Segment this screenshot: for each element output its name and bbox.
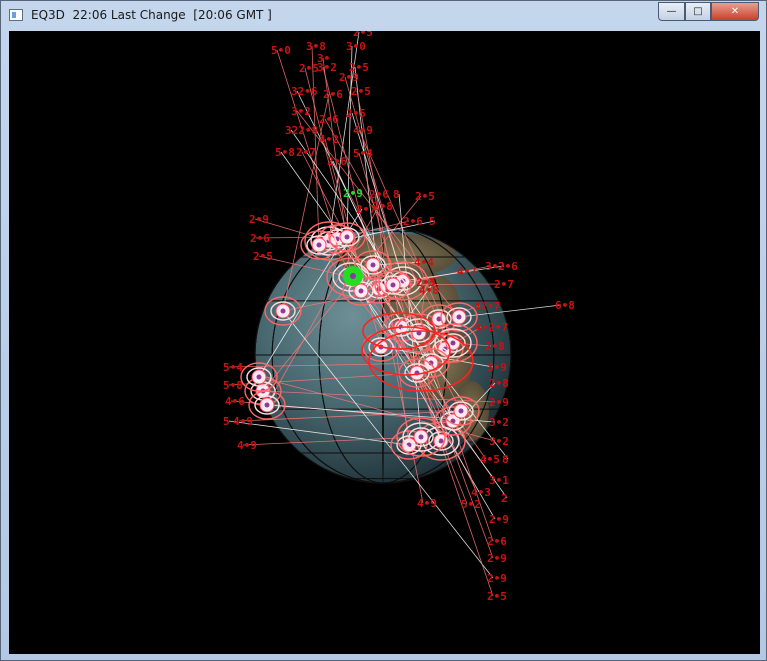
- maximize-button[interactable]: □: [685, 2, 711, 21]
- magnitude-label[interactable]: 2•9: [487, 572, 507, 585]
- magnitude-label[interactable]: 2•6: [498, 260, 518, 273]
- magnitude-label[interactable]: 8: [502, 453, 509, 466]
- magnitude-label[interactable]: 5•2: [461, 498, 481, 511]
- magnitude-label[interactable]: 3•1: [489, 474, 509, 487]
- magnitude-label[interactable]: 2•8: [373, 200, 393, 213]
- magnitude-label[interactable]: 4•7: [457, 265, 477, 278]
- magnitude-label[interactable]: 4•9: [417, 497, 437, 510]
- magnitude-label[interactable]: 2•6: [487, 535, 507, 548]
- magnitude-label[interactable]: 5•8: [223, 379, 243, 392]
- magnitude-label[interactable]: 5•8: [275, 146, 295, 159]
- magnitude-label[interactable]: 8: [393, 188, 400, 201]
- magnitude-label[interactable]: 2•9: [489, 396, 509, 409]
- magnitude-label[interactable]: 3•2: [317, 61, 337, 74]
- magnitude-label[interactable]: 2•9: [249, 213, 269, 226]
- magnitude-label[interactable]: 2•5: [299, 62, 319, 75]
- magnitude-label[interactable]: 4•9: [353, 124, 373, 137]
- magnitude-label[interactable]: 2•5: [253, 250, 273, 263]
- magnitude-label[interactable]: 3•2: [291, 105, 311, 118]
- magnitude-label[interactable]: 5: [429, 215, 436, 228]
- magnitude-label[interactable]: 2•5: [346, 107, 366, 120]
- magnitude-label[interactable]: 2•6: [323, 88, 343, 101]
- globe-viewport[interactable]: 2•5 5•0 3•8 3•0 3• 3•2 2•5 2•5 2•9 32•6 2•6 2•5 2•5 2…: [9, 31, 760, 654]
- magnitude-label[interactable]: 322•8: [285, 124, 318, 137]
- app-window: EQ3D 22:06 Last Change [20:06 GMT ] — □ …: [0, 0, 767, 661]
- magnitude-label[interactable]: 4•5: [480, 453, 500, 466]
- magnitude-label[interactable]: 4•2: [319, 133, 339, 146]
- title-bar[interactable]: EQ3D 22:06 Last Change [20:06 GMT ] — □ …: [1, 1, 766, 31]
- magnitude-label[interactable]: 5•4: [353, 147, 373, 160]
- magnitude-label[interactable]: 2•9: [339, 71, 359, 84]
- magnitude-label[interactable]: 2•6: [327, 155, 347, 168]
- magnitude-label[interactable]: 3•0: [346, 40, 366, 53]
- magnitude-label[interactable]: 4•2•7: [475, 321, 508, 334]
- close-button[interactable]: ✕: [711, 2, 759, 21]
- magnitude-label[interactable]: 3•2: [489, 435, 509, 448]
- magnitude-label[interactable]: 2•9: [489, 513, 509, 526]
- magnitude-label[interactable]: 2•5: [351, 85, 371, 98]
- magnitude-label[interactable]: 2•5: [415, 190, 435, 203]
- magnitude-label[interactable]: 2•6: [403, 215, 423, 228]
- magnitude-label[interactable]: 42•7: [474, 300, 501, 313]
- magnitude-label[interactable]: 2•9: [343, 187, 363, 200]
- window-title: EQ3D 22:06 Last Change [20:06 GMT ]: [31, 8, 272, 22]
- app-icon[interactable]: [9, 9, 23, 21]
- magnitude-label[interactable]: 2•6: [319, 113, 339, 126]
- magnitude-label[interactable]: 2•9: [487, 552, 507, 565]
- magnitude-label[interactable]: 2•8: [489, 377, 509, 390]
- magnitude-label[interactable]: 32•6: [291, 85, 318, 98]
- magnitude-label[interactable]: 2: [501, 492, 508, 505]
- magnitude-label[interactable]: 5•0: [271, 44, 291, 57]
- magnitude-label[interactable]: 2•6: [250, 232, 270, 245]
- magnitude-label[interactable]: 5•4: [223, 361, 243, 374]
- magnitude-label[interactable]: 5: [223, 415, 230, 428]
- magnitude-label[interactable]: 3•2: [489, 416, 509, 429]
- magnitude-label[interactable]: 2•7: [356, 203, 376, 216]
- magnitude-label[interactable]: 4•9: [237, 439, 257, 452]
- magnitude-label[interactable]: 4•6: [225, 395, 245, 408]
- minimize-button[interactable]: —: [658, 2, 685, 21]
- magnitude-label[interactable]: 2•8: [485, 340, 505, 353]
- magnitude-label[interactable]: 2•5: [353, 31, 373, 39]
- latest-quake-marker[interactable]: [343, 266, 363, 286]
- magnitude-label[interactable]: 2•5: [487, 590, 507, 603]
- magnitude-label[interactable]: 4•8: [419, 284, 439, 297]
- magnitude-label[interactable]: 6•8: [555, 299, 575, 312]
- magnitude-label[interactable]: 4•9: [233, 415, 253, 428]
- magnitude-label[interactable]: 2•7: [296, 146, 316, 159]
- magnitude-label[interactable]: 4•4: [414, 256, 434, 269]
- globe-scene[interactable]: 2•55•0 3•8 3•03•3•2 2•52•52•932•6 2•6 2•52•52…: [9, 31, 760, 654]
- magnitude-label[interactable]: 3•9: [487, 361, 507, 374]
- magnitude-label[interactable]: 2•7: [494, 278, 514, 291]
